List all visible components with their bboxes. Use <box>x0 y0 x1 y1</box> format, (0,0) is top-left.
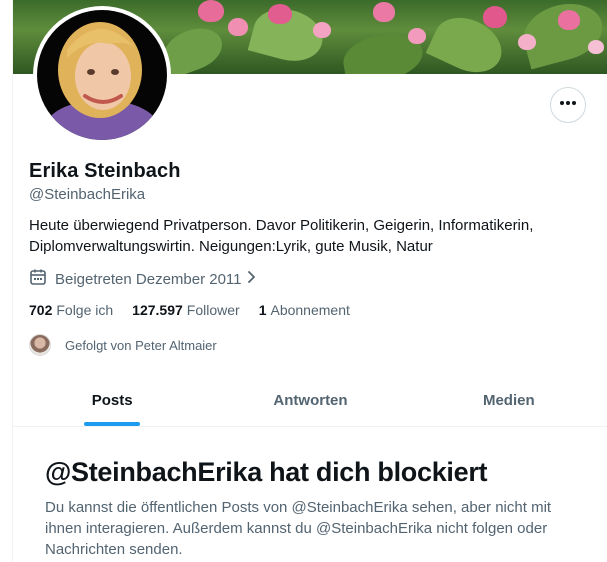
following-label: Folge ich <box>56 302 114 318</box>
avatar-illustration <box>44 22 160 140</box>
subscriptions-count: 1 <box>258 302 267 318</box>
tab-posts[interactable]: Posts <box>13 375 211 426</box>
subscriptions-stat[interactable]: 1 Abonnement <box>259 302 350 318</box>
followed-by[interactable]: Gefolgt von Peter Altmaier <box>29 334 217 356</box>
banner-flower <box>373 2 395 22</box>
tab-posts-label: Posts <box>91 392 133 409</box>
followers-label: Follower <box>186 302 240 318</box>
banner-flower <box>408 28 426 44</box>
profile-name: Erika Steinbach <box>29 160 181 182</box>
joined-label: Beigetreten Dezember 2011 <box>55 270 242 288</box>
profile-handle: @SteinbachErika <box>29 186 146 203</box>
tab-replies[interactable]: Antworten <box>211 375 409 426</box>
blocked-message: Du kannst die öffentlichen Posts von @St… <box>45 499 552 558</box>
subscriptions-label: Abonnement <box>270 302 350 318</box>
tab-replies-label: Antworten <box>273 392 348 409</box>
profile-avatar[interactable] <box>33 6 171 144</box>
followers-count: 127.597 <box>132 302 183 318</box>
banner-flower <box>228 18 248 36</box>
more-horizontal-icon <box>559 94 577 117</box>
chevron-right-icon <box>246 270 266 288</box>
profile-stats: 702 Folge ich 127.597 Follower 1 Abonnement <box>29 302 369 318</box>
calendar-icon <box>29 268 55 290</box>
banner-flower <box>268 4 292 24</box>
followers-stat[interactable]: 127.597 Follower <box>132 302 240 318</box>
joined-date[interactable]: Beigetreten Dezember 2011 <box>29 268 266 290</box>
banner-flower <box>518 34 536 50</box>
banner-flower <box>198 0 224 22</box>
banner-flower <box>483 6 507 28</box>
followed-by-label: Gefolgt von Peter Altmaier <box>65 337 217 353</box>
tab-media[interactable]: Medien <box>410 375 607 426</box>
blocked-title: @SteinbachErika hat dich blockiert <box>45 457 488 487</box>
banner-flower <box>558 10 580 30</box>
profile-page: Erika Steinbach @SteinbachErika Heute üb… <box>12 0 607 562</box>
active-tab-indicator <box>84 422 141 426</box>
profile-bio: Heute überwiegend Privatperson. Davor Po… <box>29 217 534 255</box>
following-stat[interactable]: 702 Folge ich <box>29 302 113 318</box>
more-options-button[interactable] <box>550 87 586 123</box>
profile-tabs: Posts Antworten Medien <box>13 375 607 427</box>
banner-flower <box>313 22 331 38</box>
tab-media-label: Medien <box>482 392 535 409</box>
banner-flower <box>588 40 604 54</box>
avatar-photo <box>37 10 167 140</box>
follower-avatar <box>29 334 51 356</box>
following-count: 702 <box>29 302 53 318</box>
